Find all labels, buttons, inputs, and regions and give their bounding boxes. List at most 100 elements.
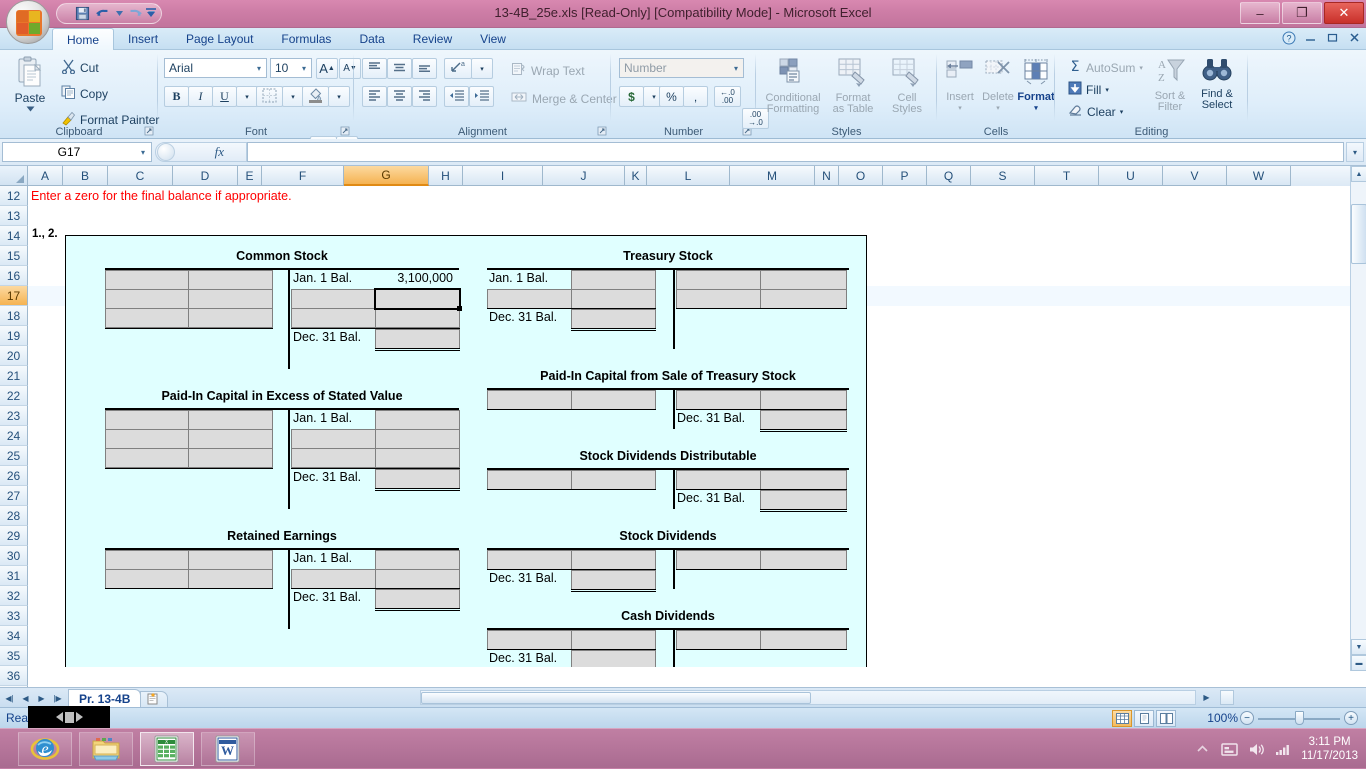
row-header-12[interactable]: 12 [0, 186, 28, 206]
debit-cell[interactable] [571, 289, 656, 309]
close-button[interactable]: ✕ [1324, 2, 1364, 24]
split-handle[interactable]: ▬ [1351, 655, 1366, 671]
debit-cell[interactable] [105, 448, 189, 468]
row-header-31[interactable]: 31 [0, 566, 28, 586]
close-window-icon[interactable] [1347, 30, 1362, 45]
zoom-in-button[interactable]: + [1344, 711, 1358, 725]
row-header-18[interactable]: 18 [0, 306, 28, 326]
column-header-J[interactable]: J [543, 166, 625, 186]
credit-cell[interactable] [291, 308, 376, 328]
credit-cell[interactable] [676, 470, 761, 490]
show-hidden-icons-icon[interactable] [1193, 740, 1211, 758]
row-header-23[interactable]: 23 [0, 406, 28, 426]
active-cell-g17[interactable] [374, 288, 462, 311]
column-header-F[interactable]: F [262, 166, 344, 186]
dec-balance-cell[interactable] [571, 570, 656, 590]
align-bottom-button[interactable] [412, 58, 437, 79]
credit-cell[interactable] [291, 289, 376, 309]
zoom-slider[interactable]: − + [1240, 710, 1358, 727]
column-header-C[interactable]: C [108, 166, 173, 186]
first-sheet-icon[interactable]: ◀| [2, 690, 17, 706]
row-header-20[interactable]: 20 [0, 346, 28, 366]
network-icon[interactable] [1274, 740, 1292, 758]
debit-cell[interactable] [487, 289, 572, 309]
ribbon-tab-data[interactable]: Data [345, 28, 398, 50]
taskbar-clock[interactable]: 3:11 PM 11/17/2013 [1301, 735, 1362, 763]
column-header-L[interactable]: L [647, 166, 730, 186]
prev-sheet-icon[interactable]: ◀ [18, 690, 33, 706]
row-header-30[interactable]: 30 [0, 546, 28, 566]
debit-cell[interactable] [188, 308, 273, 328]
debit-cell[interactable] [105, 429, 189, 449]
column-header-A[interactable]: A [28, 166, 63, 186]
column-header-W[interactable]: W [1227, 166, 1291, 186]
column-header-D[interactable]: D [173, 166, 238, 186]
decrease-indent-button[interactable] [444, 86, 469, 107]
credit-cell[interactable] [375, 308, 460, 328]
row-header-35[interactable]: 35 [0, 646, 28, 666]
debit-cell[interactable] [571, 550, 656, 570]
debit-cell[interactable] [188, 270, 273, 290]
column-header-P[interactable]: P [883, 166, 927, 186]
borders-button[interactable] [256, 86, 283, 107]
ribbon-tab-insert[interactable]: Insert [114, 28, 172, 50]
ribbon-tab-formulas[interactable]: Formulas [267, 28, 345, 50]
select-all-button[interactable] [0, 166, 28, 186]
column-header-O[interactable]: O [839, 166, 883, 186]
debit-cell[interactable] [487, 550, 572, 570]
row-header-34[interactable]: 34 [0, 626, 28, 646]
row-header-25[interactable]: 25 [0, 446, 28, 466]
credit-cell[interactable] [676, 550, 761, 570]
insert-function-icon[interactable]: fx [215, 144, 224, 160]
scroll-right-arrow[interactable]: ▶ [1199, 690, 1214, 705]
taskbar-internet-explorer[interactable]: e [18, 732, 72, 766]
vertical-scroll-thumb[interactable] [1351, 204, 1366, 264]
underline-button[interactable]: U [212, 86, 237, 107]
debit-cell[interactable] [571, 390, 656, 410]
grow-font-button[interactable]: A ▲ [316, 58, 338, 79]
formula-input[interactable] [247, 142, 1344, 162]
align-left-button[interactable] [362, 86, 387, 107]
ribbon-tab-view[interactable]: View [466, 28, 520, 50]
dec-balance-cell[interactable] [375, 589, 460, 609]
credit-cell[interactable] [375, 550, 460, 570]
name-box[interactable]: G17 ▾ [2, 142, 152, 162]
credit-cell[interactable] [760, 550, 847, 570]
credit-cell[interactable] [676, 270, 761, 290]
zoom-out-button[interactable]: − [1240, 711, 1254, 725]
volume-icon[interactable] [1247, 740, 1265, 758]
column-header-M[interactable]: M [730, 166, 815, 186]
fill-color-button[interactable] [302, 86, 329, 107]
debit-cell[interactable] [571, 270, 656, 290]
italic-button[interactable]: I [188, 86, 213, 107]
conditional-formatting-button[interactable]: Conditional Formatting [762, 58, 824, 115]
column-header-U[interactable]: U [1099, 166, 1163, 186]
expand-formula-bar-icon[interactable]: ▾ [1346, 142, 1364, 162]
taskbar-file-explorer[interactable] [79, 732, 133, 766]
row-header-16[interactable]: 16 [0, 266, 28, 286]
row-header-26[interactable]: 26 [0, 466, 28, 486]
chevron-down-icon[interactable]: ▾ [731, 64, 741, 73]
credit-cell[interactable] [760, 390, 847, 410]
zoom-level[interactable]: 100% [1207, 711, 1238, 725]
column-header-E[interactable]: E [238, 166, 262, 186]
debit-cell[interactable] [105, 308, 189, 328]
align-middle-button[interactable] [387, 58, 412, 79]
cut-button[interactable]: Cut [56, 57, 164, 79]
credit-cell[interactable] [291, 448, 376, 468]
debit-cell[interactable] [487, 390, 572, 410]
cell-styles-button[interactable]: Cell Styles [882, 58, 932, 115]
alignment-dialog-launcher[interactable] [596, 125, 608, 137]
clipboard-dialog-launcher[interactable] [143, 125, 155, 137]
new-sheet-icon[interactable] [140, 691, 169, 708]
minimize-ribbon-icon[interactable] [1303, 30, 1318, 45]
last-sheet-icon[interactable]: |▶ [50, 690, 65, 706]
row-header-29[interactable]: 29 [0, 526, 28, 546]
orientation-dropdown[interactable]: ▾ [471, 58, 493, 79]
font-name-combo[interactable]: Arial ▾ [164, 58, 267, 78]
dec-balance-cell[interactable] [375, 329, 460, 349]
page-layout-view-icon[interactable] [1134, 710, 1154, 727]
copy-button[interactable]: Copy [56, 83, 164, 105]
dec-balance-cell[interactable] [571, 650, 656, 667]
row-header-17[interactable]: 17 [0, 286, 28, 306]
